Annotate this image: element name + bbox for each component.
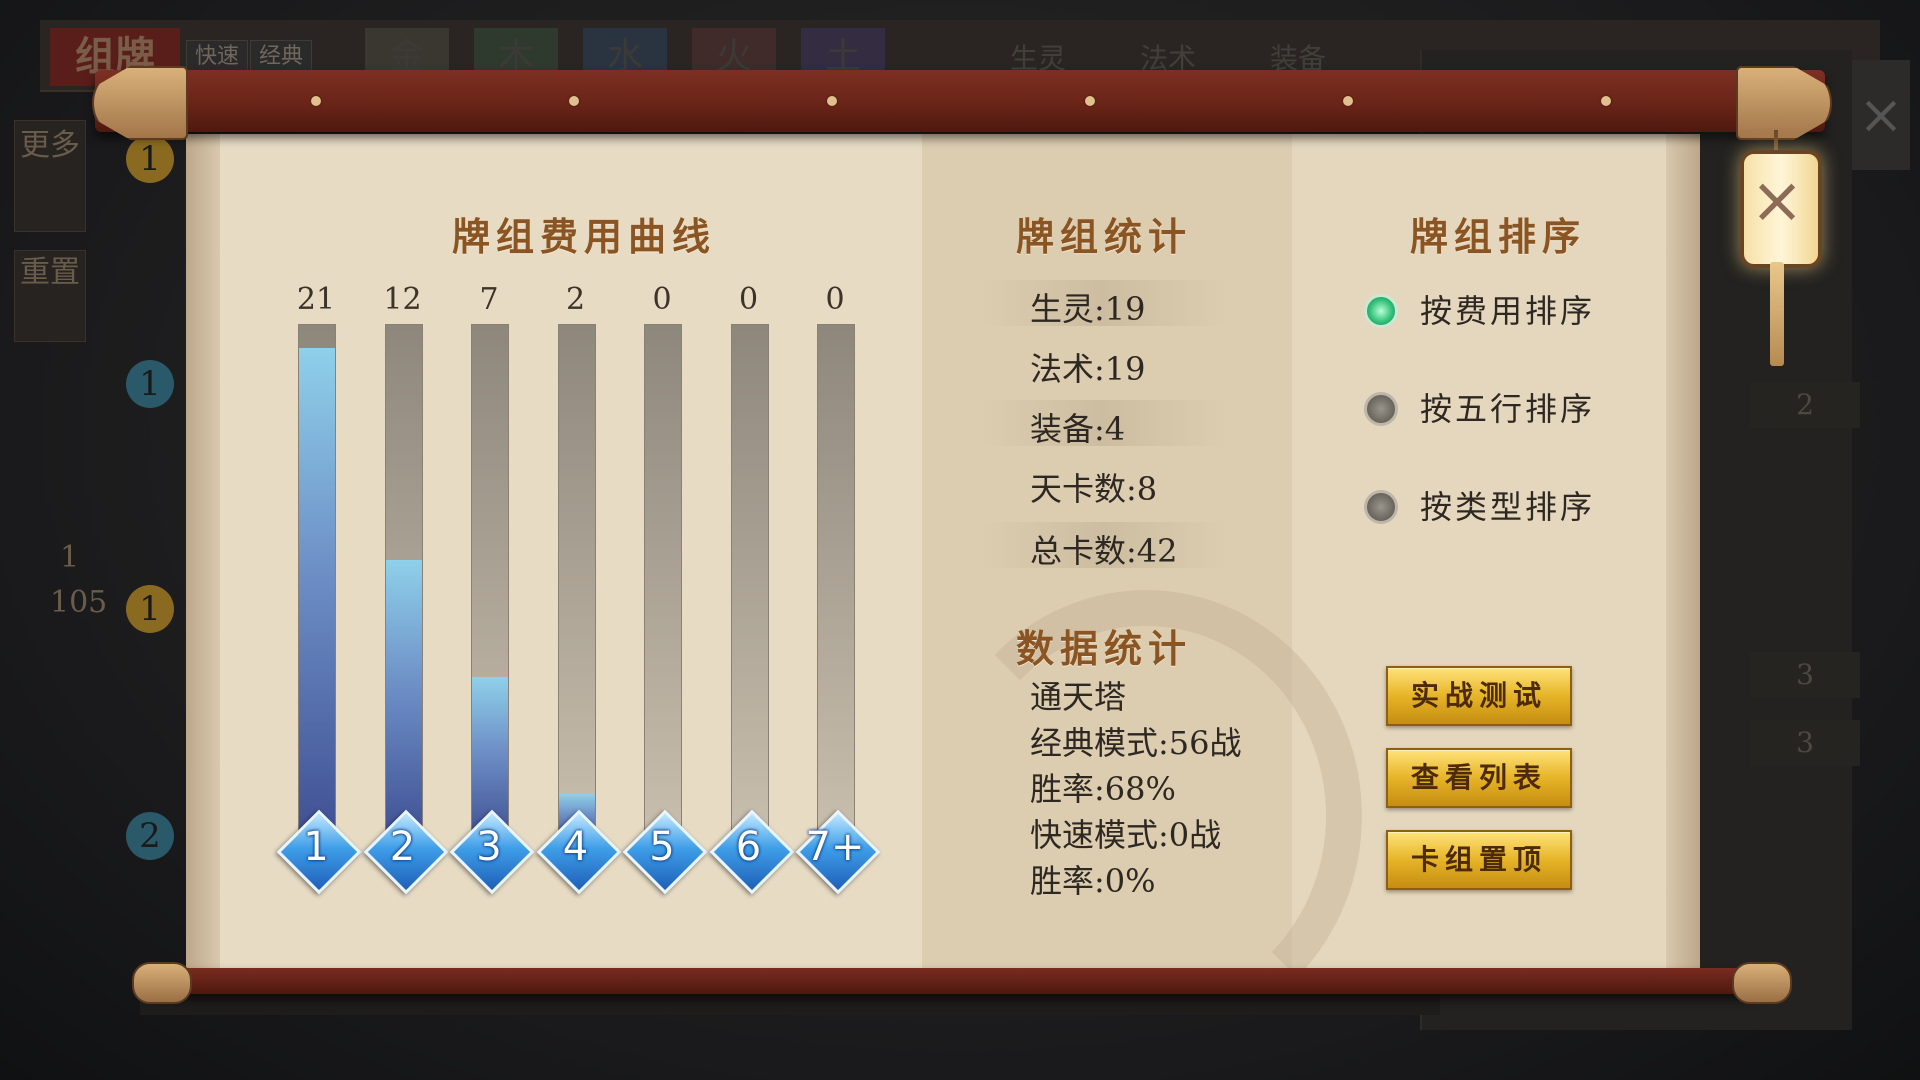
stat-creatures: 生灵:19 (1030, 290, 1146, 328)
bg-classic-tab: 经典 (250, 40, 313, 74)
data-quick-winrate: 胜率:0% (1030, 862, 1156, 900)
sort-by-type-label[interactable]: 按类型排序 (1420, 482, 1595, 528)
bar-count-label: 7 (479, 282, 499, 317)
bar-fill (299, 348, 335, 841)
roller-nail (1343, 96, 1353, 106)
data-stats-title: 数据统计 (1016, 626, 1193, 671)
bg-cost-coin: 1 (126, 135, 174, 183)
bar-track (817, 324, 855, 842)
bg-close-icon: × (1852, 60, 1910, 170)
close-icon[interactable]: × (1740, 158, 1814, 244)
bg-page-current: 1 (60, 540, 80, 575)
sort-by-element-radio[interactable] (1364, 392, 1398, 426)
bar-count-label: 0 (825, 282, 845, 317)
scroll-bottom-roller (150, 968, 1760, 994)
scroll-top-roller (95, 70, 1825, 132)
cost-category-label: 2 (389, 824, 416, 870)
bar-track (298, 324, 336, 842)
bar-count-label: 12 (383, 282, 422, 317)
bar-count-label: 2 (565, 282, 586, 317)
data-tower-label: 通天塔 (1030, 678, 1127, 716)
bg-card-count: 2 (1750, 382, 1860, 428)
roller-nail (827, 96, 837, 106)
bg-more-button: 更多 (14, 120, 86, 232)
cost-category-label: 6 (735, 824, 762, 870)
paper-edge-right (1666, 134, 1700, 972)
bg-cost-coin: 1 (126, 360, 174, 408)
cost-category-label: 4 (562, 824, 589, 870)
stat-total-cards: 总卡数:42 (1030, 532, 1178, 570)
cost-category-label: 3 (476, 824, 502, 870)
data-classic-battles: 经典模式:56战 (1030, 724, 1242, 762)
battle-test-button[interactable]: 实战测试 (1386, 666, 1572, 726)
bar-count-label: 21 (296, 282, 336, 317)
bar-track (644, 324, 682, 842)
lantern-tassel (1770, 262, 1784, 366)
bar-count-label: 0 (652, 282, 672, 317)
cost-category-label: 5 (649, 824, 675, 870)
bg-cost-coin: 1 (126, 585, 174, 633)
sort-by-element-label[interactable]: 按五行排序 (1420, 384, 1595, 430)
bar-track (557, 324, 596, 842)
roller-nail (311, 96, 321, 106)
deck-sort-title: 牌组排序 (1410, 214, 1587, 259)
sort-by-cost-radio[interactable] (1364, 294, 1398, 328)
view-list-button[interactable]: 查看列表 (1386, 748, 1572, 808)
bg-reset-button: 重置 (14, 250, 86, 342)
cost-category-label: 1 (303, 824, 329, 870)
stat-equipment: 装备:4 (1030, 410, 1126, 448)
paper-edge-left (186, 134, 220, 972)
bg-quick-tab: 快速 (186, 40, 249, 74)
stat-spells: 法术:19 (1030, 350, 1146, 388)
sort-by-type-radio[interactable] (1364, 490, 1398, 524)
bar-track (730, 324, 769, 842)
roller-nail (1601, 96, 1611, 106)
bg-card-count: 3 (1750, 720, 1860, 766)
roller-cap-bottom-right (1732, 962, 1792, 1004)
bar-count-label: 0 (738, 282, 759, 317)
deck-stats-title: 牌组统计 (1016, 214, 1193, 259)
data-quick-battles: 快速模式:0战 (1030, 816, 1222, 854)
bg-card-count: 3 (1750, 652, 1860, 698)
bar-fill (385, 560, 422, 841)
roller-cap-bottom-left (132, 962, 192, 1004)
sort-by-cost-label[interactable]: 按费用排序 (1420, 286, 1595, 332)
pin-deck-button[interactable]: 卡组置顶 (1386, 830, 1572, 890)
cost-curve-title: 牌组费用曲线 (452, 214, 717, 259)
roller-nail (1085, 96, 1095, 106)
cost-category-label: 7+ (805, 824, 865, 870)
stat-heaven-cards: 天卡数:8 (1030, 470, 1158, 508)
bg-page-total: 105 (50, 585, 108, 620)
bar-track (384, 324, 423, 842)
bar-track (471, 324, 509, 842)
data-classic-winrate: 胜率:68% (1030, 770, 1176, 808)
roller-nail (569, 96, 579, 106)
bg-cost-coin: 2 (126, 812, 174, 860)
